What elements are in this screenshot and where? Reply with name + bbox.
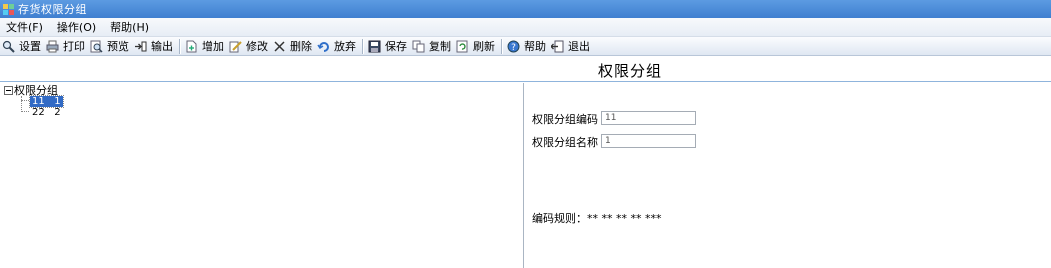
delete-button[interactable]: 删除: [271, 38, 314, 55]
tree-node-code: 22: [32, 107, 45, 118]
toolbar-separator: [362, 38, 363, 54]
tree-connector: [21, 111, 29, 112]
discard-button[interactable]: 放弃: [315, 38, 358, 55]
tree-node-name: 1: [54, 96, 61, 107]
tree-panel: 权限分组 11 1 22 2: [0, 83, 524, 268]
preview-icon: [90, 40, 103, 53]
export-button[interactable]: 输出: [132, 38, 175, 55]
magnifier-settings-icon: [2, 40, 15, 53]
toolbar-separator: [179, 38, 180, 54]
menu-operation[interactable]: 操作(O): [51, 19, 102, 35]
tree-root-label: 权限分组: [14, 84, 58, 97]
edit-button[interactable]: 修改: [227, 38, 270, 55]
tree-connector: [21, 100, 29, 101]
coding-rule-label: 编码规则：: [532, 212, 587, 225]
preview-label: 预览: [107, 40, 129, 53]
title-bar: 存货权限分组: [0, 0, 1051, 18]
toolbar-separator: [501, 38, 502, 54]
help-label: 帮助: [524, 40, 546, 53]
page-header: 权限分组: [0, 57, 1051, 82]
menu-file[interactable]: 文件(F): [0, 19, 49, 35]
discard-label: 放弃: [334, 40, 356, 53]
new-document-icon: [185, 40, 198, 53]
add-button[interactable]: 增加: [183, 38, 226, 55]
collapse-icon[interactable]: [4, 86, 13, 95]
window-title: 存货权限分组: [18, 3, 87, 16]
copy-icon: [412, 40, 425, 53]
refresh-label: 刷新: [473, 40, 495, 53]
delete-label: 删除: [290, 40, 312, 53]
group-code-label: 权限分组编码: [532, 113, 598, 126]
export-icon: [134, 40, 147, 53]
delete-x-icon: [273, 40, 286, 53]
add-label: 增加: [202, 40, 224, 53]
tree-node[interactable]: 11 1: [29, 95, 64, 108]
save-button[interactable]: 保存: [366, 38, 409, 55]
exit-door-icon: [551, 40, 564, 53]
coding-rule: 编码规则：** ** ** ** ***: [532, 210, 662, 226]
menu-help[interactable]: 帮助(H): [104, 19, 155, 35]
group-tree: 权限分组 11 1 22 2: [4, 85, 64, 118]
group-name-label: 权限分组名称: [532, 136, 598, 149]
tree-node-code: 11: [32, 96, 45, 107]
app-icon: [3, 3, 14, 15]
toolbar: 设置 打印 预览 输出 增加 修改 删除 放弃 保存 复制 刷新 ? 帮助 退出: [0, 37, 1051, 56]
coding-rule-value: ** ** ** ** ***: [587, 212, 662, 225]
group-name-field[interactable]: [601, 134, 696, 148]
copy-button[interactable]: 复制: [410, 38, 453, 55]
tree-node[interactable]: 22 2: [30, 107, 63, 118]
refresh-button[interactable]: 刷新: [454, 38, 497, 55]
help-button[interactable]: ? 帮助: [505, 38, 548, 55]
undo-icon: [317, 40, 330, 53]
copy-label: 复制: [429, 40, 451, 53]
svg-text:?: ?: [511, 43, 516, 53]
tree-connector: [21, 96, 22, 112]
tree-node-name: 2: [54, 107, 61, 118]
settings-button[interactable]: 设置: [0, 38, 43, 55]
exit-label: 退出: [568, 40, 590, 53]
help-question-icon: ?: [507, 40, 520, 53]
print-button[interactable]: 打印: [44, 38, 87, 55]
print-label: 打印: [63, 40, 85, 53]
printer-icon: [46, 40, 59, 53]
export-label: 输出: [151, 40, 173, 53]
menu-bar: 文件(F) 操作(O) 帮助(H): [0, 18, 1051, 37]
edit-label: 修改: [246, 40, 268, 53]
floppy-save-icon: [368, 40, 381, 53]
group-code-field[interactable]: [601, 111, 696, 125]
save-label: 保存: [385, 40, 407, 53]
page-title: 权限分组: [597, 62, 662, 80]
preview-button[interactable]: 预览: [88, 38, 131, 55]
edit-pencil-icon: [229, 40, 242, 53]
settings-label: 设置: [19, 40, 41, 53]
exit-button[interactable]: 退出: [549, 38, 592, 55]
tree-root[interactable]: 权限分组: [4, 85, 58, 96]
refresh-icon: [456, 40, 469, 53]
